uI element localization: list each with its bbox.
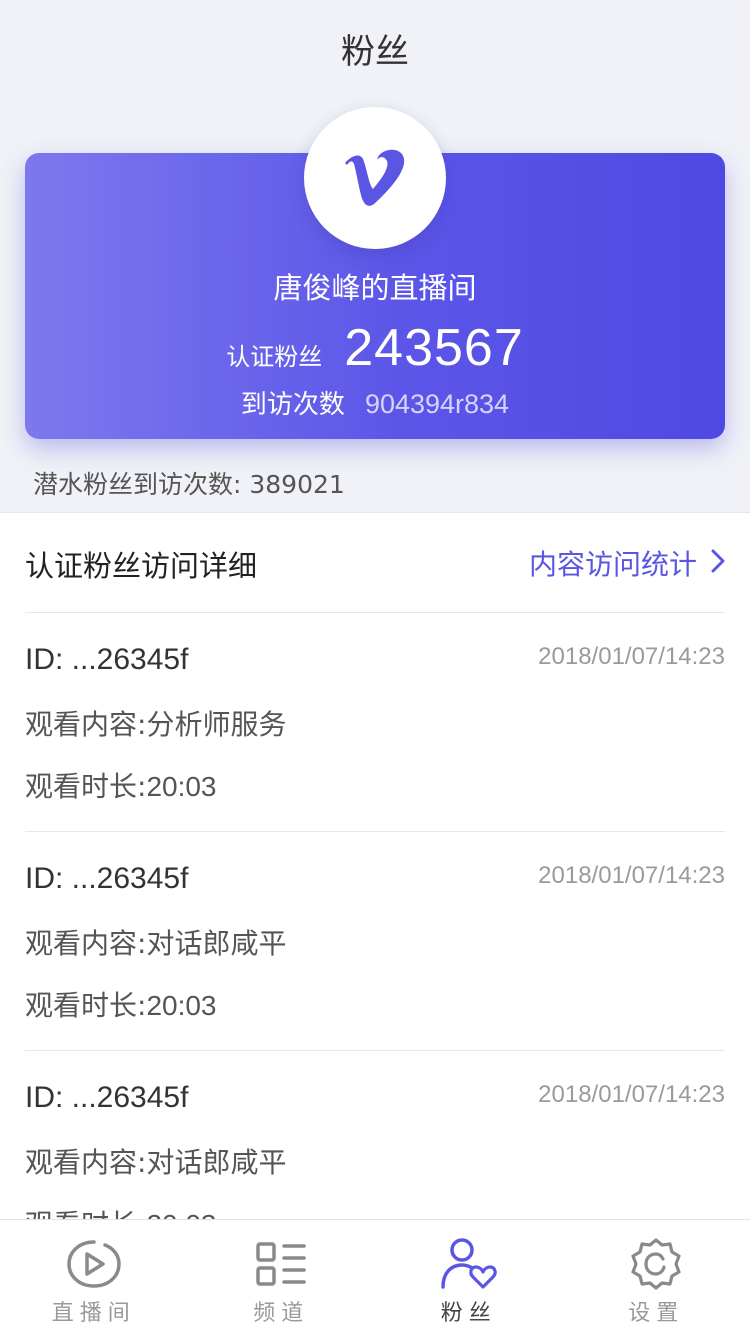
list-grid-icon [251,1237,311,1291]
view-duration-label: 观看时长: [25,989,147,1022]
visits-count: 904394r834 [364,389,510,419]
visit-time: 2018/01/07/14:23 [538,1081,725,1108]
view-duration-label: 观看时长: [25,770,147,803]
verified-fans-label: 认证粉丝 [226,343,323,371]
viewer-id: ID: ...26345f [25,1081,189,1114]
viewed-content: 观看内容:对话郎咸平 [25,1141,286,1181]
tab-label: 直播间 [51,1301,136,1326]
viewed-content: 观看内容:对话郎咸平 [25,922,286,962]
list-item[interactable]: ID: ...26345f 2018/01/07/14:23 观看内容:对话郎咸… [25,1051,725,1219]
viewed-content-value: 对话郎咸平 [146,927,287,960]
lurker-visits-text: 潜水粉丝到访次数: 389021 [33,470,345,499]
gear-icon [626,1237,686,1291]
tab-fans[interactable]: 粉丝 [375,1220,563,1334]
tab-settings[interactable]: 设置 [563,1220,750,1334]
list-item[interactable]: ID: ...26345f 2018/01/07/14:23 观看内容:对话郎咸… [25,832,725,1051]
fans-page: 粉丝 唐俊峰的直播间 认证粉丝 243567 到访次数 904394r834 潜… [0,0,750,1334]
view-duration: 观看时长:20:03 [25,984,217,1024]
viewed-content-value: 分析师服务 [146,708,287,741]
tab-live-room[interactable]: 直播间 [0,1220,188,1334]
visit-time: 2018/01/07/14:23 [538,862,725,889]
verified-fans-row: 认证粉丝 243567 [0,318,750,378]
view-duration: 观看时长:20:03 [25,1203,217,1219]
viewed-content-label: 观看内容: [25,1146,147,1179]
list-item[interactable]: ID: ...26345f 2018/01/07/14:23 观看内容:分析师服… [25,613,725,832]
vimeo-v-icon [345,149,405,206]
tab-channel[interactable]: 频道 [188,1220,376,1334]
tab-label: 设置 [628,1301,685,1326]
tab-label: 粉丝 [440,1301,497,1326]
viewer-id: ID: ...26345f [25,643,189,676]
avatar [304,107,446,249]
view-duration-value: 20:03 [146,990,217,1021]
visit-time: 2018/01/07/14:23 [538,643,725,670]
view-duration: 观看时长:20:03 [25,765,217,805]
visits-row: 到访次数 904394r834 [0,384,750,421]
viewed-content-label: 观看内容: [25,708,147,741]
viewed-content: 观看内容:分析师服务 [25,703,286,743]
viewed-content-label: 观看内容: [25,927,147,960]
section-header: 认证粉丝访问详细 内容访问统计 [25,513,725,613]
section-title: 认证粉丝访问详细 [25,549,258,583]
view-duration-value: 20:03 [146,771,217,802]
viewed-content-value: 对话郎咸平 [146,1146,287,1179]
play-icon [64,1237,124,1291]
room-name: 唐俊峰的直播间 [273,271,477,305]
view-duration-value: 20:03 [146,1209,216,1219]
content-stats-link-label: 内容访问统计 [528,548,697,581]
user-heart-icon [439,1237,499,1291]
visits-label: 到访次数 [240,390,345,420]
tab-label: 频道 [253,1301,310,1326]
page-title: 粉丝 [341,32,409,72]
verified-fans-count: 243567 [344,319,524,377]
bottom-tab-bar: 直播间 频道 粉丝 设置 [0,1219,750,1334]
chevron-right-icon [711,547,725,580]
view-duration-label: 观看时长: [25,1208,146,1219]
visit-detail-panel: 认证粉丝访问详细 内容访问统计 ID: ...26345f 2018/01/07… [0,512,750,1219]
viewer-id: ID: ...26345f [25,862,189,895]
content-stats-link[interactable]: 内容访问统计 [529,543,725,583]
